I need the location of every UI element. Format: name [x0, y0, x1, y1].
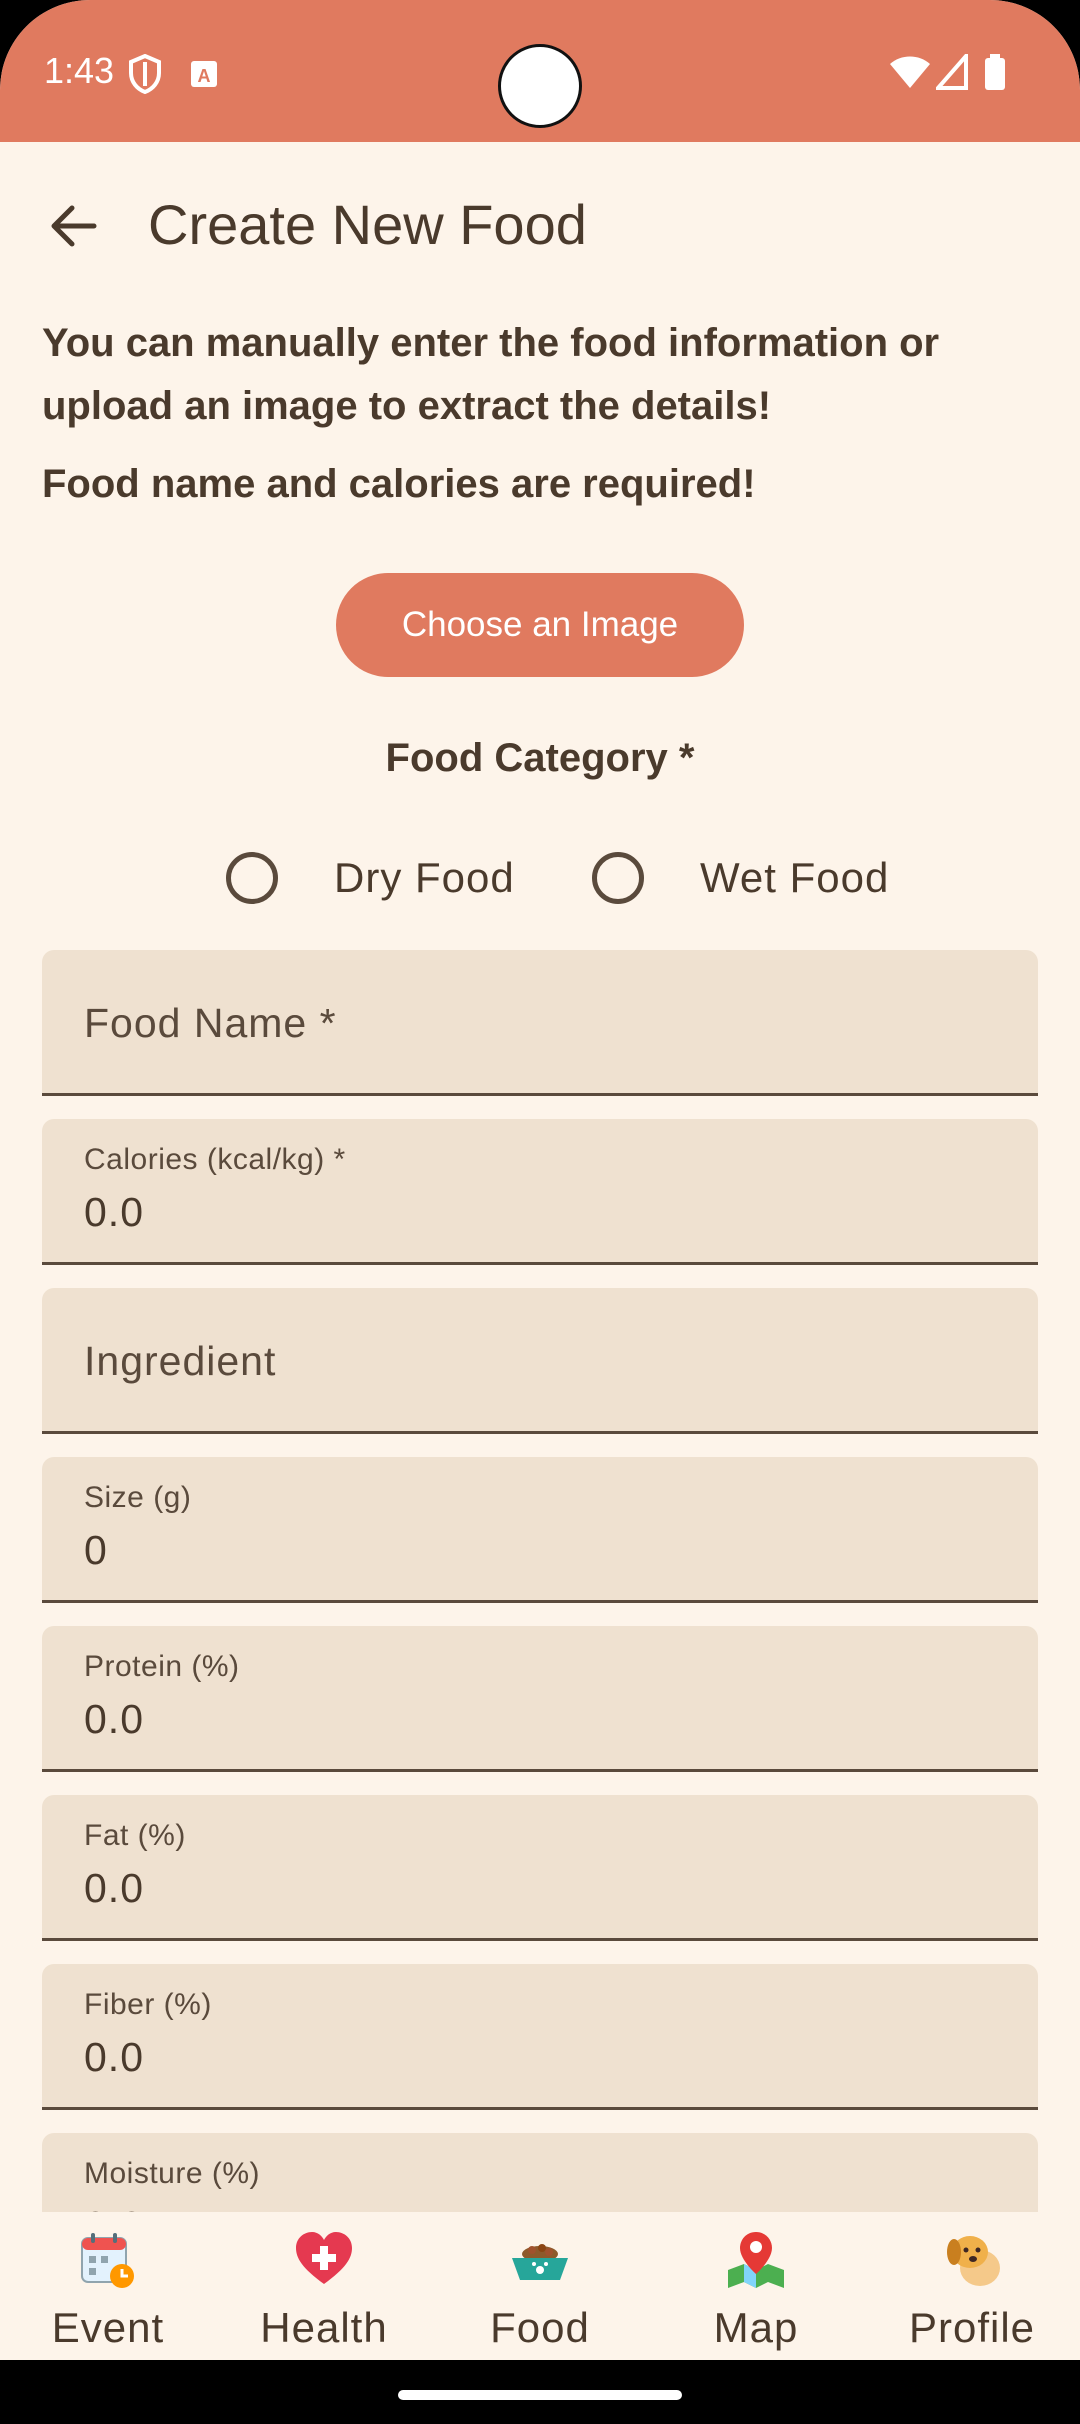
required-note: Food name and calories are required! [42, 462, 756, 506]
fat-field[interactable]: Fat (%) 0.0 [42, 1795, 1038, 1941]
shield-icon [129, 54, 161, 94]
calories-field[interactable]: Calories (kcal/kg) * 0.0 [42, 1119, 1038, 1265]
protein-field[interactable]: Protein (%) 0.0 [42, 1626, 1038, 1772]
protein-value: 0.0 [84, 1696, 144, 1742]
fiber-value: 0.0 [84, 2034, 144, 2080]
camera-cutout [498, 44, 582, 128]
moisture-label: Moisture (%) [84, 2157, 261, 2190]
text-notification-icon: A [191, 61, 217, 87]
battery-icon [985, 54, 1005, 90]
signal-icon [936, 54, 968, 90]
nav-label-health: Health [260, 2304, 388, 2351]
nav-item-profile[interactable]: Profile [864, 2212, 1080, 2360]
map-icon [728, 2232, 784, 2288]
wifi-icon [890, 56, 930, 88]
dog-icon [947, 2236, 1000, 2286]
nav-label-profile: Profile [908, 2304, 1036, 2351]
calories-label: Calories (kcal/kg) * [84, 1143, 346, 1176]
wet-food-label: Wet Food [700, 854, 890, 901]
fiber-label: Fiber (%) [84, 1988, 212, 2021]
dry-food-radio[interactable]: Dry Food [226, 848, 515, 908]
calendar-icon [81, 2233, 134, 2288]
nav-label-event: Event [51, 2304, 165, 2351]
food-category-label: Food Category * [385, 736, 695, 780]
back-arrow-icon[interactable] [44, 196, 104, 256]
nav-item-health[interactable]: Health [216, 2212, 432, 2360]
size-label: Size (g) [84, 1481, 192, 1514]
dry-food-label: Dry Food [334, 854, 515, 901]
ingredient-field[interactable]: Ingredient [42, 1288, 1038, 1434]
protein-label: Protein (%) [84, 1650, 240, 1683]
heart-icon [296, 2232, 352, 2284]
gesture-bar [0, 2360, 1080, 2424]
calories-value: 0.0 [84, 1189, 144, 1235]
screen: 1:43 A Create New Food You can manually … [0, 0, 1080, 2424]
wet-food-radio[interactable]: Wet Food [592, 848, 889, 908]
choose-image-button[interactable]: Choose an Image [336, 573, 744, 677]
radio-button[interactable] [226, 852, 278, 904]
status-bar: 1:43 A [0, 0, 1080, 142]
ingredient-placeholder: Ingredient [84, 1338, 277, 1384]
nav-item-food[interactable]: Food [432, 2212, 648, 2360]
fat-label: Fat (%) [84, 1819, 186, 1852]
home-indicator[interactable] [398, 2390, 682, 2400]
size-field[interactable]: Size (g) 0 [42, 1457, 1038, 1603]
radio-button[interactable] [592, 852, 644, 904]
bottom-navigation: Event Health Food Map Profile [0, 2212, 1080, 2360]
page-title: Create New Food [148, 193, 587, 256]
food-bowl-icon [512, 2244, 568, 2280]
fiber-field[interactable]: Fiber (%) 0.0 [42, 1964, 1038, 2110]
size-value: 0 [84, 1527, 108, 1573]
intro-text: You can manually enter the food informat… [42, 321, 940, 428]
nav-label-food: Food [490, 2304, 590, 2351]
nav-item-map[interactable]: Map [648, 2212, 864, 2360]
status-time: 1:43 [44, 50, 115, 91]
food-name-field[interactable]: Food Name * [42, 950, 1038, 1096]
food-name-placeholder: Food Name * [84, 1000, 337, 1046]
nav-label-map: Map [713, 2304, 799, 2351]
fat-value: 0.0 [84, 1865, 144, 1911]
nav-item-event[interactable]: Event [0, 2212, 216, 2360]
svg-text:A: A [198, 66, 211, 86]
